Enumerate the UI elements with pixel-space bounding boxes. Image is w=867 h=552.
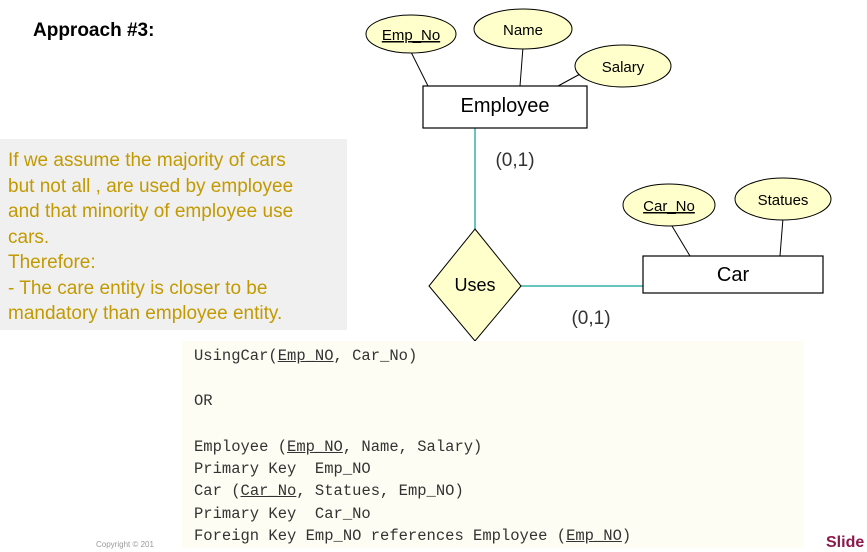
car-no-label: Car_No xyxy=(643,198,695,215)
relational-schema: UsingCar(Emp_NO, Car_No) OR Employee (Em… xyxy=(182,341,804,548)
schema-line-employee-pk: Primary Key Emp_NO xyxy=(194,460,371,478)
slide-number-footer: Slide xyxy=(826,534,865,551)
car-cardinality: (0,1) xyxy=(571,308,610,329)
name-label: Name xyxy=(503,22,543,39)
schema-line-foreign-key: Foreign Key Emp_NO references Employee (… xyxy=(194,527,631,545)
schema-text: Car ( xyxy=(194,482,241,500)
employee-entity-label: Employee xyxy=(461,95,550,117)
schema-text: Employee ( xyxy=(194,438,288,456)
salary-connector xyxy=(557,72,583,87)
employee-cardinality: (0,1) xyxy=(495,150,534,171)
schema-text: ) xyxy=(621,527,632,545)
uses-label: Uses xyxy=(454,275,495,295)
schema-text: , Statues, Emp_NO) xyxy=(296,482,464,500)
emp-no-label: Emp_No xyxy=(382,27,440,44)
name-connector xyxy=(519,46,524,87)
car-no-connector xyxy=(671,225,691,257)
schema-text: , Car_No) xyxy=(333,347,418,365)
schema-line-employee: Employee (Emp_NO, Name, Salary) xyxy=(194,438,482,456)
schema-line-car: Car (Car_No, Statues, Emp_NO) xyxy=(194,482,464,500)
schema-key: Emp_NO xyxy=(566,527,622,545)
schema-key: Car_No xyxy=(240,482,297,500)
schema-line-or: OR xyxy=(194,392,213,410)
statues-connector xyxy=(779,217,784,257)
schema-text: UsingCar( xyxy=(194,347,278,365)
car-entity-label: Car xyxy=(717,264,750,286)
schema-text: , Name, Salary) xyxy=(342,438,483,456)
schema-key: Emp_NO xyxy=(277,347,334,365)
schema-key: Emp_NO xyxy=(287,438,343,456)
schema-line-car-pk: Primary Key Car_No xyxy=(194,505,371,523)
schema-text: Foreign Key Emp_NO references Employee ( xyxy=(194,527,567,545)
statues-label: Statues xyxy=(758,192,809,209)
emp-no-connector xyxy=(409,49,429,87)
schema-line-usingcar: UsingCar(Emp_NO, Car_No) xyxy=(194,347,417,365)
salary-label: Salary xyxy=(602,59,645,76)
